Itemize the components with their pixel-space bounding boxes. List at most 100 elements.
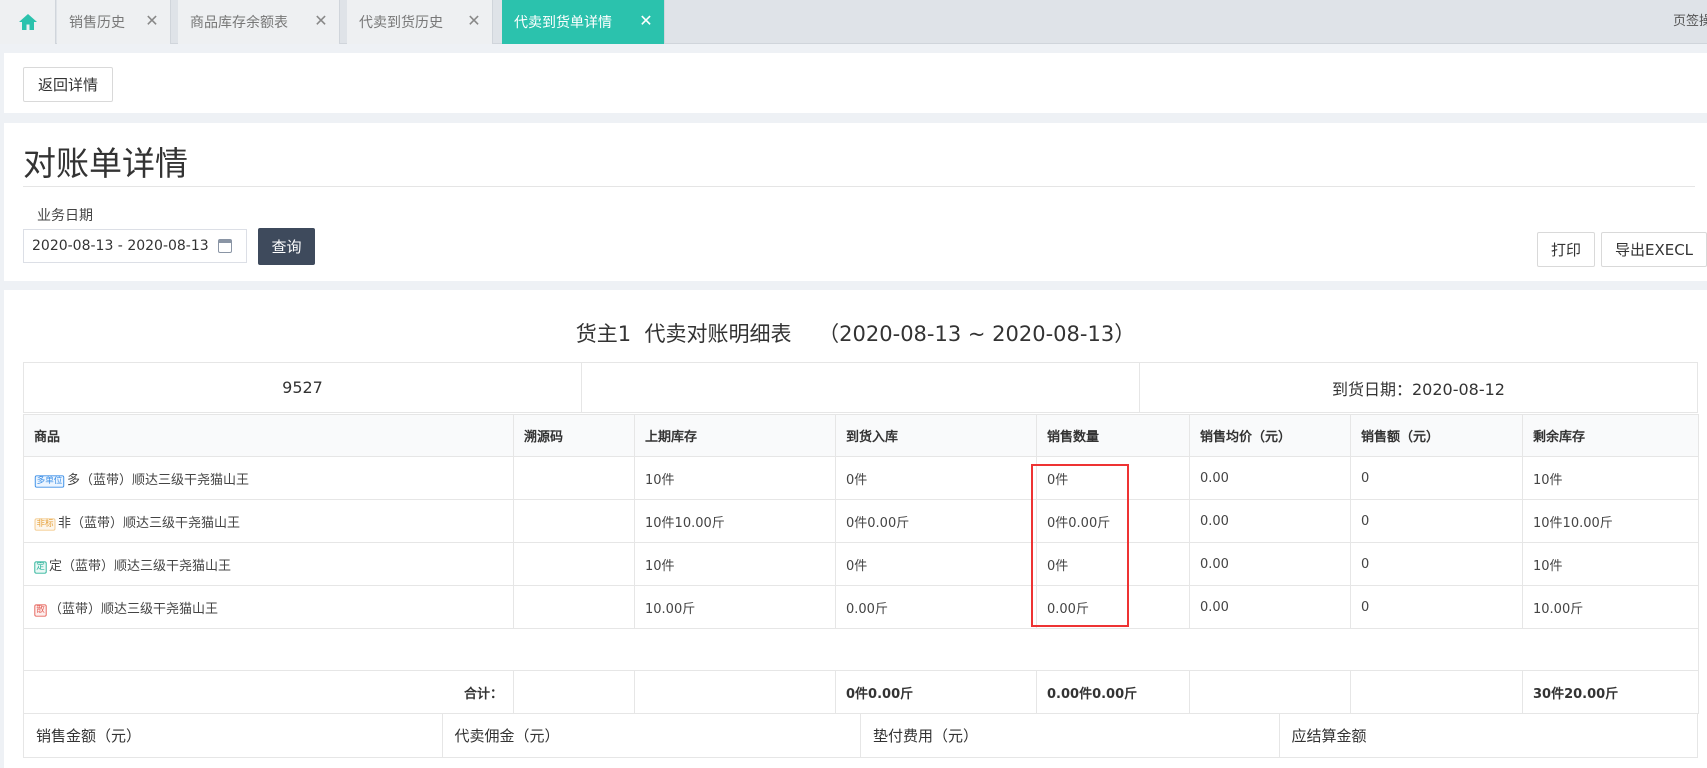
col-sales-qty: 销售数量	[1036, 414, 1190, 457]
unit-tag: 多单位	[34, 474, 65, 488]
date-range-value: 2020-08-13 - 2020-08-13	[32, 238, 209, 254]
price-cell: 0.00	[1189, 499, 1351, 543]
home-icon	[18, 14, 37, 30]
total-trace	[513, 670, 635, 714]
tab-bar: 销售历史 ✕ 商品库存余额表 ✕ 代卖到货历史 ✕ 代卖到货单详情 ✕ 页签操作	[0, 0, 1707, 44]
owner-code: 9527	[24, 363, 582, 412]
remain-cell: 10.00斤	[1522, 585, 1699, 629]
tab-actions-menu[interactable]: 页签操作	[1673, 10, 1707, 29]
col-sales-amount: 销售额（元）	[1350, 414, 1523, 457]
table-row: 散（蓝带）顺达三级干尧猫山王 10.00斤 0.00斤 0.00斤 0.00 0…	[23, 585, 1699, 629]
date-range-input[interactable]: 2020-08-13 - 2020-08-13	[23, 229, 247, 263]
close-icon[interactable]: ✕	[144, 13, 160, 29]
report-info-row: 9527 到货日期：2020-08-12	[23, 362, 1698, 413]
empty-cell	[23, 628, 1699, 671]
remain-cell: 10件	[1522, 542, 1699, 586]
qty-cell: 0件	[1036, 456, 1190, 500]
trace-cell	[513, 456, 635, 500]
in-cell: 0.00斤	[835, 585, 1037, 629]
table-row: 非标 非（蓝带）顺达三级干尧猫山王 10件10.00斤 0件0.00斤 0件0.0…	[23, 499, 1699, 543]
product-cell: 非标 非（蓝带）顺达三级干尧猫山王	[23, 499, 514, 543]
qty-cell: 0件0.00斤	[1036, 499, 1190, 543]
summary-sales-amount: 销售金额（元）	[23, 713, 443, 758]
unit-tag: 定	[34, 560, 47, 574]
summary-table: 销售金额（元） 代卖佣金（元） 垫付费用（元） 应结算金额	[23, 713, 1698, 758]
back-button[interactable]: 返回详情	[23, 67, 113, 102]
in-cell: 0件0.00斤	[835, 499, 1037, 543]
total-in: 0件0.00斤	[835, 670, 1037, 714]
summary-commission: 代卖佣金（元）	[441, 713, 861, 758]
export-button[interactable]: 导出EXECL	[1601, 232, 1707, 267]
qty-cell: 0件	[1036, 542, 1190, 586]
total-remain: 30件20.00斤	[1522, 670, 1699, 714]
trace-cell	[513, 499, 635, 543]
calendar-icon	[218, 239, 232, 253]
col-remaining-stock: 剩余库存	[1522, 414, 1699, 457]
price-cell: 0.00	[1189, 585, 1351, 629]
prev-cell: 10件	[634, 456, 836, 500]
prev-cell: 10.00斤	[634, 585, 836, 629]
total-label: 合计：	[23, 670, 514, 714]
amount-cell: 0	[1350, 456, 1523, 500]
prev-cell: 10件	[634, 542, 836, 586]
trace-cell	[513, 585, 635, 629]
detail-table: 商品 溯源码 上期库存 到货入库 销售数量 销售均价（元） 销售额（元） 剩余库…	[23, 414, 1699, 714]
col-arrival-in: 到货入库	[835, 414, 1037, 457]
total-prev	[634, 670, 836, 714]
total-qty: 0.00件0.00斤	[1036, 670, 1190, 714]
col-product: 商品	[23, 414, 514, 457]
tab-label: 代卖到货历史	[359, 15, 443, 31]
tab-label: 商品库存余额表	[190, 15, 288, 31]
arrival-date: 到货日期：2020-08-12	[1332, 379, 1505, 399]
product-name: 多（蓝带）顺达三级干尧猫山王	[67, 472, 250, 488]
unit-tag: 非标	[34, 517, 56, 531]
filter-panel: 对账单详情 业务日期 2020-08-13 - 2020-08-13 查询 打印…	[4, 123, 1707, 281]
page-title: 对账单详情	[23, 144, 188, 183]
trace-cell	[513, 542, 635, 586]
product-cell: 定定（蓝带）顺达三级干尧猫山王	[23, 542, 514, 586]
summary-advance-fees: 垫付费用（元）	[860, 713, 1280, 758]
table-row: 定定（蓝带）顺达三级干尧猫山王 10件 0件 0件 0.00 0 10件	[23, 542, 1699, 586]
col-avg-price: 销售均价（元）	[1189, 414, 1351, 457]
close-icon[interactable]: ✕	[638, 13, 654, 29]
tab-consign-arrival-history[interactable]: 代卖到货历史 ✕	[347, 0, 493, 44]
remain-cell: 10件	[1522, 456, 1699, 500]
back-panel: 返回详情	[4, 53, 1707, 113]
product-cell: 多单位 多（蓝带）顺达三级干尧猫山王	[23, 456, 514, 500]
qty-cell: 0.00斤	[1036, 585, 1190, 629]
total-row: 合计： 0件0.00斤 0.00件0.00斤 30件20.00斤	[23, 670, 1699, 714]
table-header-row: 商品 溯源码 上期库存 到货入库 销售数量 销售均价（元） 销售额（元） 剩余库…	[23, 414, 1699, 457]
amount-cell: 0	[1350, 542, 1523, 586]
prev-cell: 10件10.00斤	[634, 499, 836, 543]
tab-sales-history[interactable]: 销售历史 ✕	[57, 0, 171, 44]
tab-consign-arrival-detail[interactable]: 代卖到货单详情 ✕	[502, 0, 665, 44]
product-name: 定（蓝带）顺达三级干尧猫山王	[49, 558, 232, 574]
tab-inventory-balance[interactable]: 商品库存余额表 ✕	[178, 0, 340, 44]
table-row: 多单位 多（蓝带）顺达三级干尧猫山王 10件 0件 0件 0.00 0 10件	[23, 456, 1699, 500]
amount-cell: 0	[1350, 585, 1523, 629]
summary-header-row: 销售金额（元） 代卖佣金（元） 垫付费用（元） 应结算金额	[23, 713, 1698, 758]
print-button[interactable]: 打印	[1537, 232, 1595, 267]
close-icon[interactable]: ✕	[313, 13, 329, 29]
total-price	[1189, 670, 1351, 714]
query-button[interactable]: 查询	[258, 228, 315, 265]
date-label: 业务日期	[37, 208, 93, 224]
col-trace-code: 溯源码	[513, 414, 635, 457]
in-cell: 0件	[835, 456, 1037, 500]
divider	[23, 186, 1695, 187]
summary-settlement: 应结算金额	[1278, 713, 1698, 758]
col-prev-stock: 上期库存	[634, 414, 836, 457]
product-name: （蓝带）顺达三级干尧猫山王	[49, 601, 219, 617]
report-panel: 货主1 代卖对账明细表 （2020-08-13 ~ 2020-08-13） 95…	[4, 290, 1707, 768]
product-name: 非（蓝带）顺达三级干尧猫山王	[58, 515, 241, 531]
close-icon[interactable]: ✕	[466, 13, 482, 29]
tab-label: 代卖到货单详情	[514, 15, 612, 31]
remain-cell: 10件10.00斤	[1522, 499, 1699, 543]
info-blank	[582, 363, 1140, 412]
price-cell: 0.00	[1189, 456, 1351, 500]
report-title: 货主1 代卖对账明细表 （2020-08-13 ~ 2020-08-13）	[575, 322, 1136, 346]
price-cell: 0.00	[1189, 542, 1351, 586]
in-cell: 0件	[835, 542, 1037, 586]
tab-label: 销售历史	[69, 15, 125, 31]
tab-home[interactable]	[0, 0, 56, 44]
